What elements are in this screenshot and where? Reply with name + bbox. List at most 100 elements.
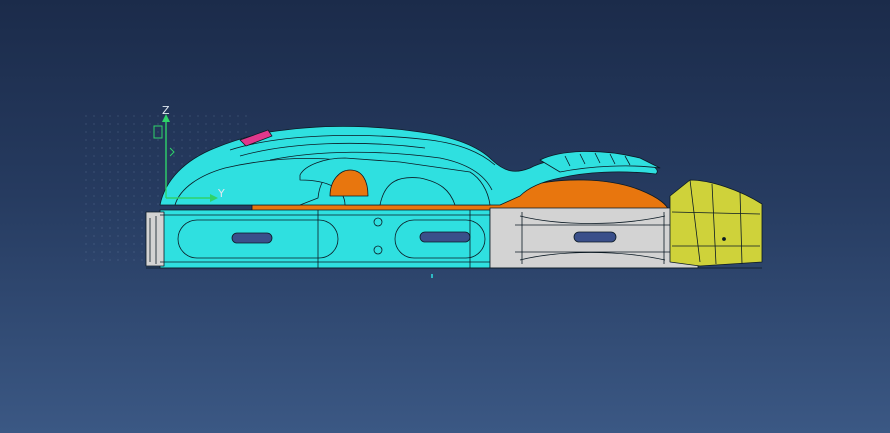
grid-dot <box>125 219 127 221</box>
grid-dot <box>117 259 119 261</box>
grid-dot <box>93 227 95 229</box>
grid-dot <box>109 131 111 133</box>
grid-dot <box>229 123 231 125</box>
slot-center <box>419 231 471 243</box>
grid-dot <box>141 171 143 173</box>
grid-dot <box>189 123 191 125</box>
grid-dot <box>197 139 199 141</box>
grid-dot <box>93 211 95 213</box>
grid-dot <box>101 259 103 261</box>
grid-dot <box>157 131 159 133</box>
grid-dot <box>109 251 111 253</box>
grid-dot <box>149 195 151 197</box>
grid-dot <box>101 211 103 213</box>
grid-dot <box>109 195 111 197</box>
grid-dot <box>101 147 103 149</box>
grid-dot <box>101 187 103 189</box>
grid-dot <box>85 251 87 253</box>
grid-dot <box>133 187 135 189</box>
nose-cone[interactable] <box>669 179 763 267</box>
grid-dot <box>245 131 247 133</box>
grid-dot <box>125 139 127 141</box>
grid-dot <box>117 139 119 141</box>
axis-rotation-marker <box>169 147 175 157</box>
grid-dot <box>117 171 119 173</box>
grid-dot <box>205 115 207 117</box>
grid-dot <box>229 131 231 133</box>
grid-dot <box>133 139 135 141</box>
grid-dot <box>125 243 127 245</box>
grid-dot <box>101 179 103 181</box>
grid-dot <box>85 243 87 245</box>
grid-dot <box>133 163 135 165</box>
grid-dot <box>85 171 87 173</box>
grid-dot <box>93 195 95 197</box>
grid-dot <box>85 123 87 125</box>
grid-dot <box>109 203 111 205</box>
grid-dot <box>101 195 103 197</box>
grid-dot <box>85 139 87 141</box>
grid-dot <box>101 155 103 157</box>
grid-dot <box>133 211 135 213</box>
grid-dot <box>117 219 119 221</box>
grid-dot <box>133 227 135 229</box>
grid-dot <box>197 115 199 117</box>
model-scene[interactable]: Z Y <box>0 0 890 433</box>
grid-dot <box>141 243 143 245</box>
grid-dot <box>149 115 151 117</box>
grid-dot <box>141 203 143 205</box>
grid-dot <box>85 147 87 149</box>
vehicle-model[interactable] <box>145 125 763 269</box>
grid-dot <box>93 243 95 245</box>
grid-dot <box>125 259 127 261</box>
grid-dot <box>109 211 111 213</box>
grid-dot <box>93 187 95 189</box>
3d-viewport[interactable]: Z Y <box>0 0 890 433</box>
grid-dot <box>181 147 183 149</box>
grid-dot <box>125 115 127 117</box>
grid-dot <box>125 203 127 205</box>
grid-dot <box>237 123 239 125</box>
grid-dot <box>157 123 159 125</box>
grid-dot <box>93 155 95 157</box>
grid-dot <box>173 131 175 133</box>
grid-dot <box>141 211 143 213</box>
grid-dot <box>141 155 143 157</box>
grid-dot <box>109 139 111 141</box>
grid-dot <box>117 227 119 229</box>
grid-dot <box>157 171 159 173</box>
front-bumper[interactable] <box>145 211 165 267</box>
grid-dot <box>85 203 87 205</box>
grid-dot <box>141 139 143 141</box>
grid-dot <box>149 187 151 189</box>
screw-boss[interactable] <box>373 217 383 227</box>
grid-dot <box>133 131 135 133</box>
grid-dot <box>141 179 143 181</box>
grid-dot <box>149 203 151 205</box>
grid-dot <box>125 227 127 229</box>
screw-boss[interactable] <box>373 245 383 255</box>
grid-dot <box>117 187 119 189</box>
grid-dot <box>157 163 159 165</box>
grid-dot <box>205 147 207 149</box>
grid-dot <box>101 131 103 133</box>
grid-dot <box>117 147 119 149</box>
grid-dot <box>181 139 183 141</box>
grid-dot <box>117 235 119 237</box>
grid-dot <box>93 179 95 181</box>
grid-dot <box>189 147 191 149</box>
grid-dot <box>157 203 159 205</box>
grid-dot <box>101 227 103 229</box>
grid-dot <box>133 235 135 237</box>
grid-dot <box>85 179 87 181</box>
grid-dot <box>117 131 119 133</box>
grid-dot <box>157 147 159 149</box>
grid-dot <box>141 163 143 165</box>
grid-dot <box>133 203 135 205</box>
grid-dot <box>157 139 159 141</box>
grid-dot <box>93 259 95 261</box>
grid-dot <box>85 187 87 189</box>
grid-dot <box>213 139 215 141</box>
grid-dot <box>109 243 111 245</box>
grid-dot <box>197 131 199 133</box>
